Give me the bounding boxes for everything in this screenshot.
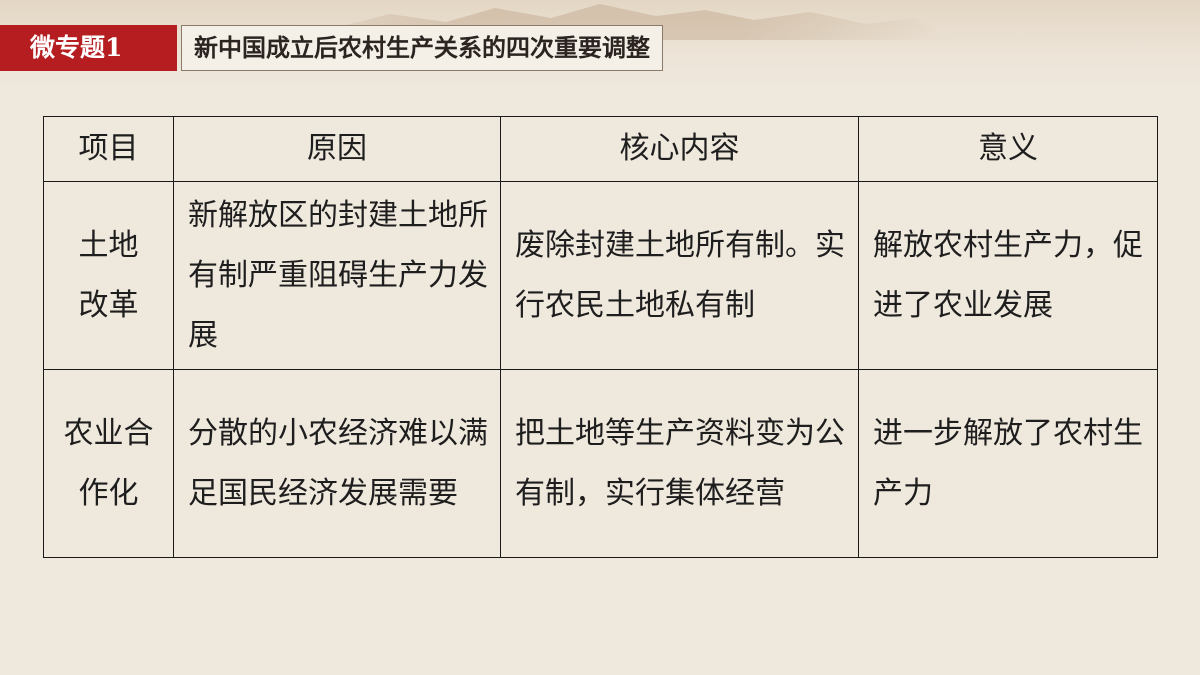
item-line: 农业合 xyxy=(63,415,154,451)
reason-cell: 新解放区的封建土地所有制严重阻碍生产力发展 xyxy=(173,181,501,370)
title-bar: 微专题1 新中国成立后农村生产关系的四次重要调整 xyxy=(0,25,663,71)
header-reason: 原因 xyxy=(173,116,501,182)
content-cell: 废除封建土地所有制。实行农民土地私有制 xyxy=(500,181,859,370)
item-line: 作化 xyxy=(78,475,139,511)
topic-tag: 微专题1 xyxy=(0,25,177,71)
item-line: 土地 xyxy=(78,227,139,263)
header-item: 项目 xyxy=(43,116,174,182)
table-header-row: 项目 原因 核心内容 意义 xyxy=(43,116,1158,182)
significance-cell: 解放农村生产力，促进了农业发展 xyxy=(858,181,1158,370)
item-cell: 土地 改革 xyxy=(43,181,174,370)
item-line: 改革 xyxy=(78,287,139,323)
item-cell: 农业合 作化 xyxy=(43,369,174,558)
adjustments-table: 项目 原因 核心内容 意义 土地 改革 新解放区的封建土地所有制严重阻碍生产力发… xyxy=(43,116,1158,558)
table-row: 土地 改革 新解放区的封建土地所有制严重阻碍生产力发展 废除封建土地所有制。实行… xyxy=(43,181,1158,370)
significance-cell: 进一步解放了农村生产力 xyxy=(858,369,1158,558)
table-row: 农业合 作化 分散的小农经济难以满足国民经济发展需要 把土地等生产资料变为公有制… xyxy=(43,369,1158,558)
reason-cell: 分散的小农经济难以满足国民经济发展需要 xyxy=(173,369,501,558)
header-significance: 意义 xyxy=(858,116,1158,182)
header-content: 核心内容 xyxy=(500,116,859,182)
slide-title: 新中国成立后农村生产关系的四次重要调整 xyxy=(181,25,663,71)
content-cell: 把土地等生产资料变为公有制，实行集体经营 xyxy=(500,369,859,558)
